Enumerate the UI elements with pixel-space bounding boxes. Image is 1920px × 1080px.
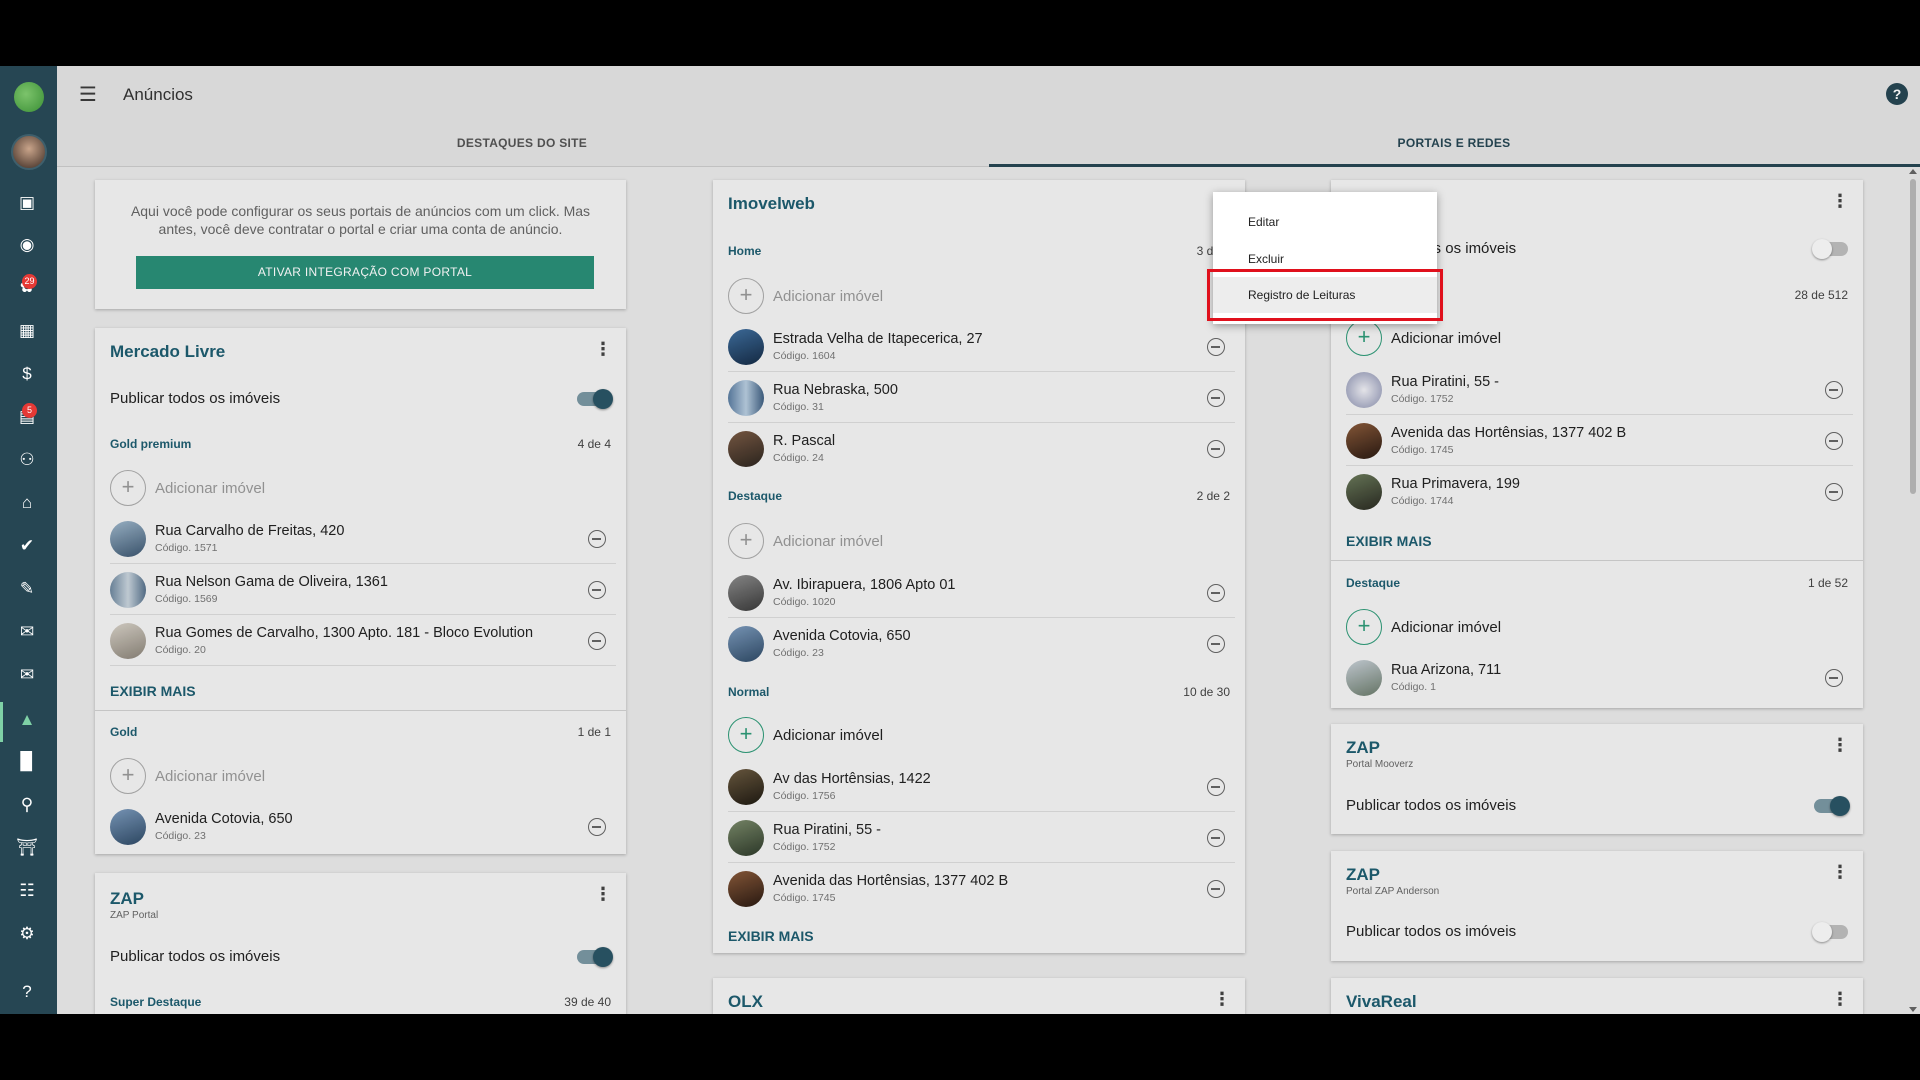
task-icon[interactable]: ✎: [14, 576, 40, 602]
sitemap-icon[interactable]: ☷: [14, 878, 40, 904]
bar-chart-icon[interactable]: ▉: [14, 749, 40, 775]
calendar-icon[interactable]: ▦: [14, 318, 40, 344]
bank-icon[interactable]: ⛩: [14, 835, 40, 861]
leads-badge: 5: [22, 403, 37, 418]
menu-backdrop[interactable]: [57, 66, 1920, 1014]
key-icon[interactable]: ⚲: [14, 792, 40, 818]
megaphone-icon[interactable]: ▲: [14, 707, 40, 733]
mail-icon[interactable]: ✉: [14, 662, 40, 688]
help-book-icon[interactable]: ?: [14, 979, 40, 1005]
store-icon[interactable]: ▣: [14, 190, 40, 216]
user-avatar[interactable]: [11, 134, 47, 170]
menu-item-editar[interactable]: Editar: [1213, 204, 1437, 240]
dollar-icon[interactable]: $: [14, 361, 40, 387]
sidebar-active-indicator: [0, 702, 3, 742]
app-screen: ▣ ◉ ✿ 29 ▦ $ ▤ 5 ⚇ ⌂ ✔ ✎ ✉ ✉ ▲ ▉ ⚲ ⛩ ☷ ⚙…: [0, 66, 1920, 1014]
home-icon[interactable]: ⌂: [14, 490, 40, 516]
highlight-annotation: [1207, 269, 1443, 321]
gear-icon[interactable]: ⚙: [14, 921, 40, 947]
check-badge-icon[interactable]: ✔: [14, 533, 40, 559]
bell-icon[interactable]: ◉: [14, 232, 40, 258]
fire-badge: 29: [22, 274, 37, 289]
app-logo[interactable]: [14, 82, 44, 112]
chat-icon[interactable]: ✉: [14, 619, 40, 645]
sidebar: ▣ ◉ ✿ 29 ▦ $ ▤ 5 ⚇ ⌂ ✔ ✎ ✉ ✉ ▲ ▉ ⚲ ⛩ ☷ ⚙…: [0, 66, 57, 1014]
people-icon[interactable]: ⚇: [14, 447, 40, 473]
